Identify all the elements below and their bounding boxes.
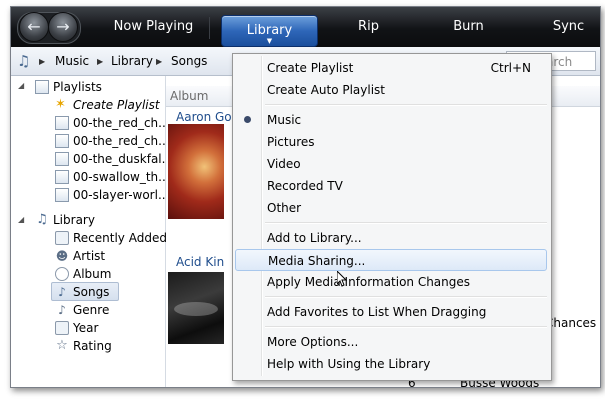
menu-item-label: More Options... <box>267 335 359 349</box>
menu-item-add-to-library[interactable]: Add to Library... <box>235 227 547 249</box>
tab-sync[interactable]: Sync <box>551 7 586 47</box>
menu-item-label: Video <box>267 157 301 171</box>
menu-shortcut: Ctrl+N <box>490 61 531 75</box>
radio-check-icon <box>244 116 251 123</box>
menu-item-create-auto-playlist[interactable]: Create Auto Playlist <box>235 79 547 101</box>
playlist-icon <box>55 152 69 166</box>
nav-playlist-item[interactable]: 00-the_red_ch... <box>73 114 170 132</box>
menu-item-other[interactable]: Other <box>235 197 547 219</box>
tab-rip[interactable]: Rip <box>351 7 386 47</box>
menu-item-label: Help with Using the Library <box>267 357 431 371</box>
menu-item-music[interactable]: Music <box>235 109 547 131</box>
playlist-icon <box>55 116 69 130</box>
menu-item-media-sharing[interactable]: Media Sharing... <box>235 249 547 271</box>
menu-item-label: Other <box>267 201 302 215</box>
nav-playlist-item[interactable]: 00-slayer-worl... <box>73 186 169 204</box>
expand-arrow-icon[interactable]: ◢ <box>18 81 24 90</box>
tab-library[interactable]: Library ▼ <box>221 15 318 47</box>
playlist-icon <box>35 80 49 94</box>
song-note-icon: ♪ <box>58 285 66 299</box>
library-dropdown-menu: Create Playlist Ctrl+N Create Auto Playl… <box>232 53 552 381</box>
artist-icon: ☻ <box>55 249 69 263</box>
nav-songs[interactable]: Songs <box>73 283 109 301</box>
rating-star-icon: ☆ <box>56 338 68 353</box>
menu-item-pictures[interactable]: Pictures <box>235 131 547 153</box>
nav-year[interactable]: Year <box>73 319 98 337</box>
top-toolbar: ← → Now Playing Library ▼ Rip Burn Sync <box>11 7 600 47</box>
chevron-down-icon: ▼ <box>266 37 273 45</box>
menu-item-more-options[interactable]: More Options... <box>235 331 547 353</box>
menu-item-add-favorites[interactable]: Add Favorites to List When Dragging <box>235 301 547 323</box>
library-music-icon: ♫ <box>36 212 48 227</box>
breadcrumb-arrow-icon: ▶ <box>39 57 46 66</box>
album-art[interactable] <box>168 272 224 344</box>
menu-item-label: Media Sharing... <box>268 254 366 268</box>
menu-separator <box>265 222 547 224</box>
menu-item-recorded-tv[interactable]: Recorded TV <box>235 175 547 197</box>
forward-arrow-icon[interactable]: → <box>48 12 78 42</box>
nav-album[interactable]: Album <box>73 265 111 283</box>
nav-recently-added[interactable]: Recently Added <box>73 229 167 247</box>
menu-item-label: Create Auto Playlist <box>267 83 386 97</box>
year-calendar-icon <box>55 321 69 335</box>
tab-now-playing[interactable]: Now Playing <box>111 7 196 47</box>
breadcrumb-library[interactable]: Library <box>111 54 153 68</box>
nav-rating[interactable]: Rating <box>73 337 112 355</box>
nav-playlist-item[interactable]: 00-swallow_th... <box>73 168 170 186</box>
song-title[interactable]: Chances <box>545 316 596 330</box>
menu-item-apply-media-info[interactable]: Apply Media Information Changes <box>235 271 547 293</box>
breadcrumb-music[interactable]: Music <box>55 54 89 68</box>
nav-playlist-item[interactable]: 00-the_duskfal... <box>73 150 173 168</box>
artist-group-header: Acid Kin <box>176 255 225 269</box>
menu-item-label: Recorded TV <box>267 179 343 193</box>
breadcrumb-arrow-icon: ▶ <box>156 57 163 66</box>
breadcrumb-arrow-icon: ▶ <box>97 57 104 66</box>
menu-separator <box>265 326 547 328</box>
playlist-icon <box>55 188 69 202</box>
playlist-icon <box>55 170 69 184</box>
navigation-pane: ◢ Playlists ✶ Create Playlist 00-the_red… <box>11 76 173 387</box>
column-album[interactable]: Album <box>170 86 208 106</box>
menu-item-label: Add Favorites to List When Dragging <box>267 305 487 319</box>
menu-item-label: Create Playlist <box>267 61 354 75</box>
menu-item-video[interactable]: Video <box>235 153 547 175</box>
music-note-icon: ♫ <box>17 52 31 70</box>
back-arrow-icon[interactable]: ← <box>19 12 49 42</box>
menu-item-label: Add to Library... <box>267 231 362 245</box>
menu-item-create-playlist[interactable]: Create Playlist Ctrl+N <box>235 57 547 79</box>
album-icon <box>55 267 69 281</box>
album-art[interactable] <box>168 124 224 219</box>
menu-item-label: Pictures <box>267 135 315 149</box>
genre-icon: ♪ <box>58 303 66 317</box>
nav-genre[interactable]: Genre <box>73 301 109 319</box>
nav-artist[interactable]: Artist <box>73 247 105 265</box>
nav-playlist-item[interactable]: 00-the_red_ch... <box>73 132 170 150</box>
menu-item-label: Apply Media Information Changes <box>267 275 471 289</box>
menu-separator <box>265 296 547 298</box>
artist-group-header: Aaron Go <box>176 110 232 124</box>
tab-burn[interactable]: Burn <box>451 7 486 47</box>
nav-playlists[interactable]: Playlists <box>53 78 102 96</box>
menu-item-label: Music <box>267 113 302 127</box>
expand-arrow-icon[interactable]: ◢ <box>18 215 24 224</box>
recently-added-icon <box>55 231 69 245</box>
media-player-window: ← → Now Playing Library ▼ Rip Burn Sync … <box>10 6 601 388</box>
tab-library-label: Library <box>246 23 293 38</box>
breadcrumb-songs[interactable]: Songs <box>171 54 207 68</box>
nav-library[interactable]: Library <box>53 211 95 229</box>
nav-create-playlist[interactable]: Create Playlist <box>73 96 160 114</box>
playlist-icon <box>55 134 69 148</box>
menu-separator <box>265 104 547 106</box>
menu-item-help-library[interactable]: Help with Using the Library <box>235 353 547 375</box>
toolbar-divider <box>209 17 210 39</box>
new-playlist-star-icon: ✶ <box>55 97 66 112</box>
mouse-cursor-icon <box>337 271 347 287</box>
